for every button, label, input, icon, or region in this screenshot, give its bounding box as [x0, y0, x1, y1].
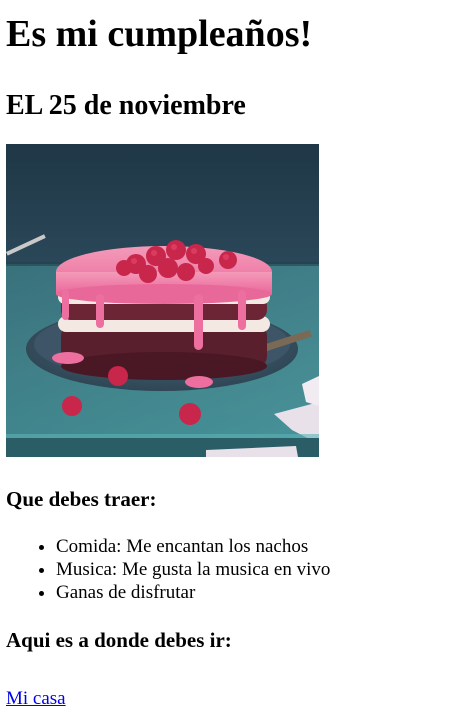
- bring-list: Comida: Me encantan los nachos Musica: M…: [6, 535, 469, 604]
- home-link[interactable]: Mi casa: [6, 688, 66, 710]
- bring-heading: Que debes traer:: [6, 487, 157, 511]
- list-item: Comida: Me encantan los nachos: [56, 535, 469, 558]
- page: Es mi cumpleaños! EL 25 de noviembre Que…: [0, 0, 475, 710]
- list-item: Musica: Me gusta la musica en vivo: [56, 558, 469, 581]
- where-heading: Aqui es a donde debes ir:: [6, 628, 232, 652]
- event-date: EL 25 de noviembre: [6, 90, 246, 121]
- page-title: Es mi cumpleaños!: [6, 13, 313, 55]
- cake-illustration: [6, 144, 319, 457]
- list-item: Ganas de disfrutar: [56, 581, 469, 604]
- cake-image: [6, 144, 319, 457]
